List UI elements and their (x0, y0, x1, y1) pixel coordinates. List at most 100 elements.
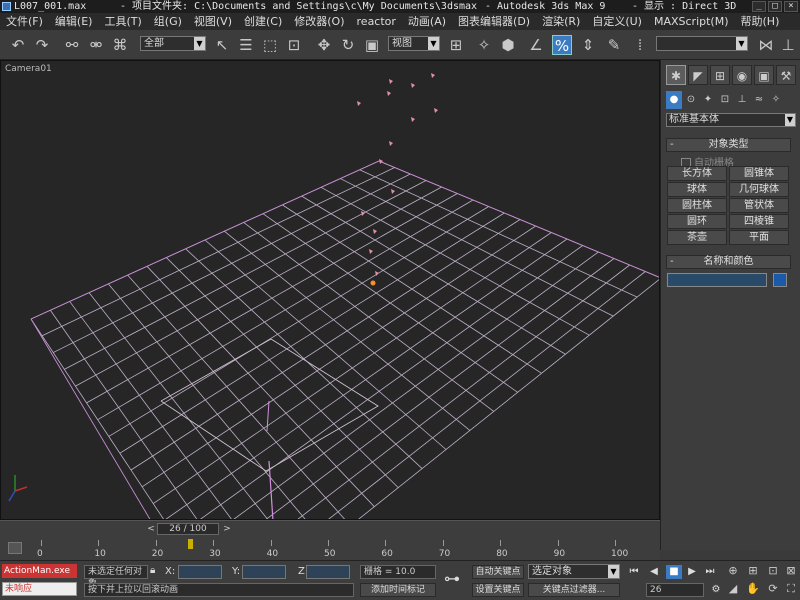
plane-button[interactable]: 平面 (729, 230, 789, 245)
rect-select-icon[interactable]: ⬚ (260, 35, 280, 55)
key-selection-dropdown[interactable]: 选定对象 ▼ (528, 564, 620, 579)
utilities-tab-icon[interactable]: ⚒ (776, 65, 796, 85)
box-button[interactable]: 长方体 (667, 166, 727, 181)
x-coordinate-field[interactable] (178, 565, 222, 579)
named-selection-set[interactable]: ▼ (656, 36, 748, 51)
menu-create[interactable]: 创建(C) (238, 13, 288, 30)
category-dropdown[interactable]: 标准基本体 ▼ (666, 113, 796, 127)
display-tab-icon[interactable]: ▣ (754, 65, 774, 85)
ref-coord-dropdown[interactable]: 视图 ▼ (388, 36, 440, 51)
curve-editor-mini-icon[interactable] (8, 542, 22, 554)
track-bar[interactable]: 0 10 20 30 40 50 60 70 80 90 100 (0, 538, 660, 560)
prev-frame-arrow-icon[interactable]: < (145, 523, 157, 535)
set-key-button[interactable]: 设置关键点 (472, 583, 524, 597)
motion-tab-icon[interactable]: ◉ (732, 65, 752, 85)
select-name-icon[interactable]: ☰ (236, 35, 256, 55)
zoom-extents-icon[interactable]: ⊡ (764, 563, 782, 579)
cylinder-button[interactable]: 圆柱体 (667, 198, 727, 213)
time-slider[interactable]: < 26 / 100 > (0, 520, 660, 538)
window-cross-icon[interactable]: ⊡ (284, 35, 304, 55)
menu-views[interactable]: 视图(V) (188, 13, 238, 30)
menu-modifiers[interactable]: 修改器(O) (288, 13, 350, 30)
move-icon[interactable]: ✥ (314, 35, 334, 55)
modify-tab-icon[interactable]: ◤ (688, 65, 708, 85)
hierarchy-tab-icon[interactable]: ⊞ (710, 65, 730, 85)
pyramid-button[interactable]: 四棱锥 (729, 214, 789, 229)
menu-graph-editors[interactable]: 图表编辑器(D) (452, 13, 536, 30)
menu-help[interactable]: 帮助(H) (735, 13, 786, 30)
close-button[interactable]: × (784, 1, 798, 12)
lights-icon[interactable]: ✦ (700, 91, 716, 109)
next-frame-arrow-icon[interactable]: > (221, 523, 233, 535)
menu-maxscript[interactable]: MAXScript(M) (648, 13, 735, 30)
geometry-icon[interactable]: ● (666, 91, 682, 109)
current-frame-field[interactable]: 26 (646, 583, 704, 597)
object-name-field[interactable] (667, 273, 767, 287)
maxscript-listener-line1[interactable]: ActionMan.exe (2, 564, 77, 578)
link-icon[interactable]: ⚯ (62, 35, 82, 55)
teapot-button[interactable]: 茶壶 (667, 230, 727, 245)
maximize-viewport-icon[interactable]: ⛶ (782, 581, 800, 597)
create-tab-icon[interactable]: ✱ (666, 65, 686, 85)
shapes-icon[interactable]: ⊙ (683, 91, 699, 109)
redo-icon[interactable]: ↷ (32, 35, 52, 55)
undo-icon[interactable]: ↶ (8, 35, 28, 55)
zoom-extents-all-icon[interactable]: ⊠ (782, 563, 800, 579)
minimize-button[interactable]: _ (752, 1, 766, 12)
unlink-icon[interactable]: ⚮ (86, 35, 106, 55)
named-sets-icon[interactable]: ✎ (604, 35, 624, 55)
key-filters-button[interactable]: 关键点过滤器... (528, 583, 620, 597)
percent-snap-icon[interactable]: % (552, 35, 572, 55)
auto-key-button[interactable]: 自动关键点 (472, 565, 524, 579)
menu-reactor[interactable]: reactor (351, 13, 402, 30)
snap-icon[interactable]: ⬢ (498, 35, 518, 55)
menu-animation[interactable]: 动画(A) (402, 13, 452, 30)
rotate-icon[interactable]: ↻ (338, 35, 358, 55)
selection-filter[interactable]: 全部 ▼ (140, 36, 206, 51)
cameras-icon[interactable]: ⊡ (717, 91, 733, 109)
menu-file[interactable]: 文件(F) (0, 13, 49, 30)
maximize-button[interactable]: □ (768, 1, 782, 12)
y-coordinate-field[interactable] (242, 565, 286, 579)
pan-icon[interactable]: ✋ (744, 581, 762, 597)
next-frame-icon[interactable]: ▶ (684, 565, 700, 579)
geosphere-button[interactable]: 几何球体 (729, 182, 789, 197)
menu-customize[interactable]: 自定义(U) (586, 13, 648, 30)
lock-selection-icon[interactable]: 🔒︎ (150, 565, 155, 576)
key-icon[interactable]: ⊶ (444, 569, 460, 588)
scale-icon[interactable]: ▣ (362, 35, 382, 55)
fov-icon[interactable]: ◢ (724, 581, 742, 597)
menu-tools[interactable]: 工具(T) (98, 13, 147, 30)
orbit-icon[interactable]: ⟳ (764, 581, 782, 597)
menu-rendering[interactable]: 渲染(R) (536, 13, 586, 30)
camera-viewport[interactable]: Camera01 (0, 60, 660, 520)
cone-button[interactable]: 圆锥体 (729, 166, 789, 181)
app-icon[interactable] (2, 2, 11, 11)
align-icon[interactable]: ⊥ (778, 35, 798, 55)
sphere-button[interactable]: 球体 (667, 182, 727, 197)
pivot-icon[interactable]: ⊞ (446, 35, 466, 55)
bind-icon[interactable]: ⌘ (110, 35, 130, 55)
menu-edit[interactable]: 编辑(E) (49, 13, 99, 30)
key-marker[interactable] (188, 539, 194, 549)
object-type-rollout[interactable]: - 对象类型 (666, 138, 791, 152)
systems-icon[interactable]: ✧ (768, 91, 784, 109)
tube-button[interactable]: 管状体 (729, 198, 789, 213)
zoom-icon[interactable]: ⊕ (724, 563, 742, 579)
helpers-icon[interactable]: ⊥ (734, 91, 750, 109)
prev-frame-icon[interactable]: ◀ (646, 565, 662, 579)
object-color-swatch[interactable] (773, 273, 787, 287)
goto-end-icon[interactable]: ⏭ (702, 565, 718, 579)
maxscript-listener-line2[interactable]: 未响应 (2, 582, 77, 596)
play-icon[interactable]: ■ (666, 565, 682, 579)
time-config-icon[interactable]: ⚙ (708, 583, 724, 597)
z-coordinate-field[interactable] (306, 565, 350, 579)
select-icon[interactable]: ↖ (212, 35, 232, 55)
goto-start-icon[interactable]: ⏮ (626, 565, 642, 579)
manipulate-icon[interactable]: ✧ (474, 35, 494, 55)
spinner-snap-icon[interactable]: ⇕ (578, 35, 598, 55)
time-slider-thumb[interactable]: 26 / 100 (157, 523, 219, 535)
add-time-tag[interactable]: 添加时间标记 (360, 583, 436, 597)
name-color-rollout[interactable]: - 名称和颜色 (666, 255, 791, 269)
mirror-icon[interactable]: ⋈ (756, 35, 776, 55)
